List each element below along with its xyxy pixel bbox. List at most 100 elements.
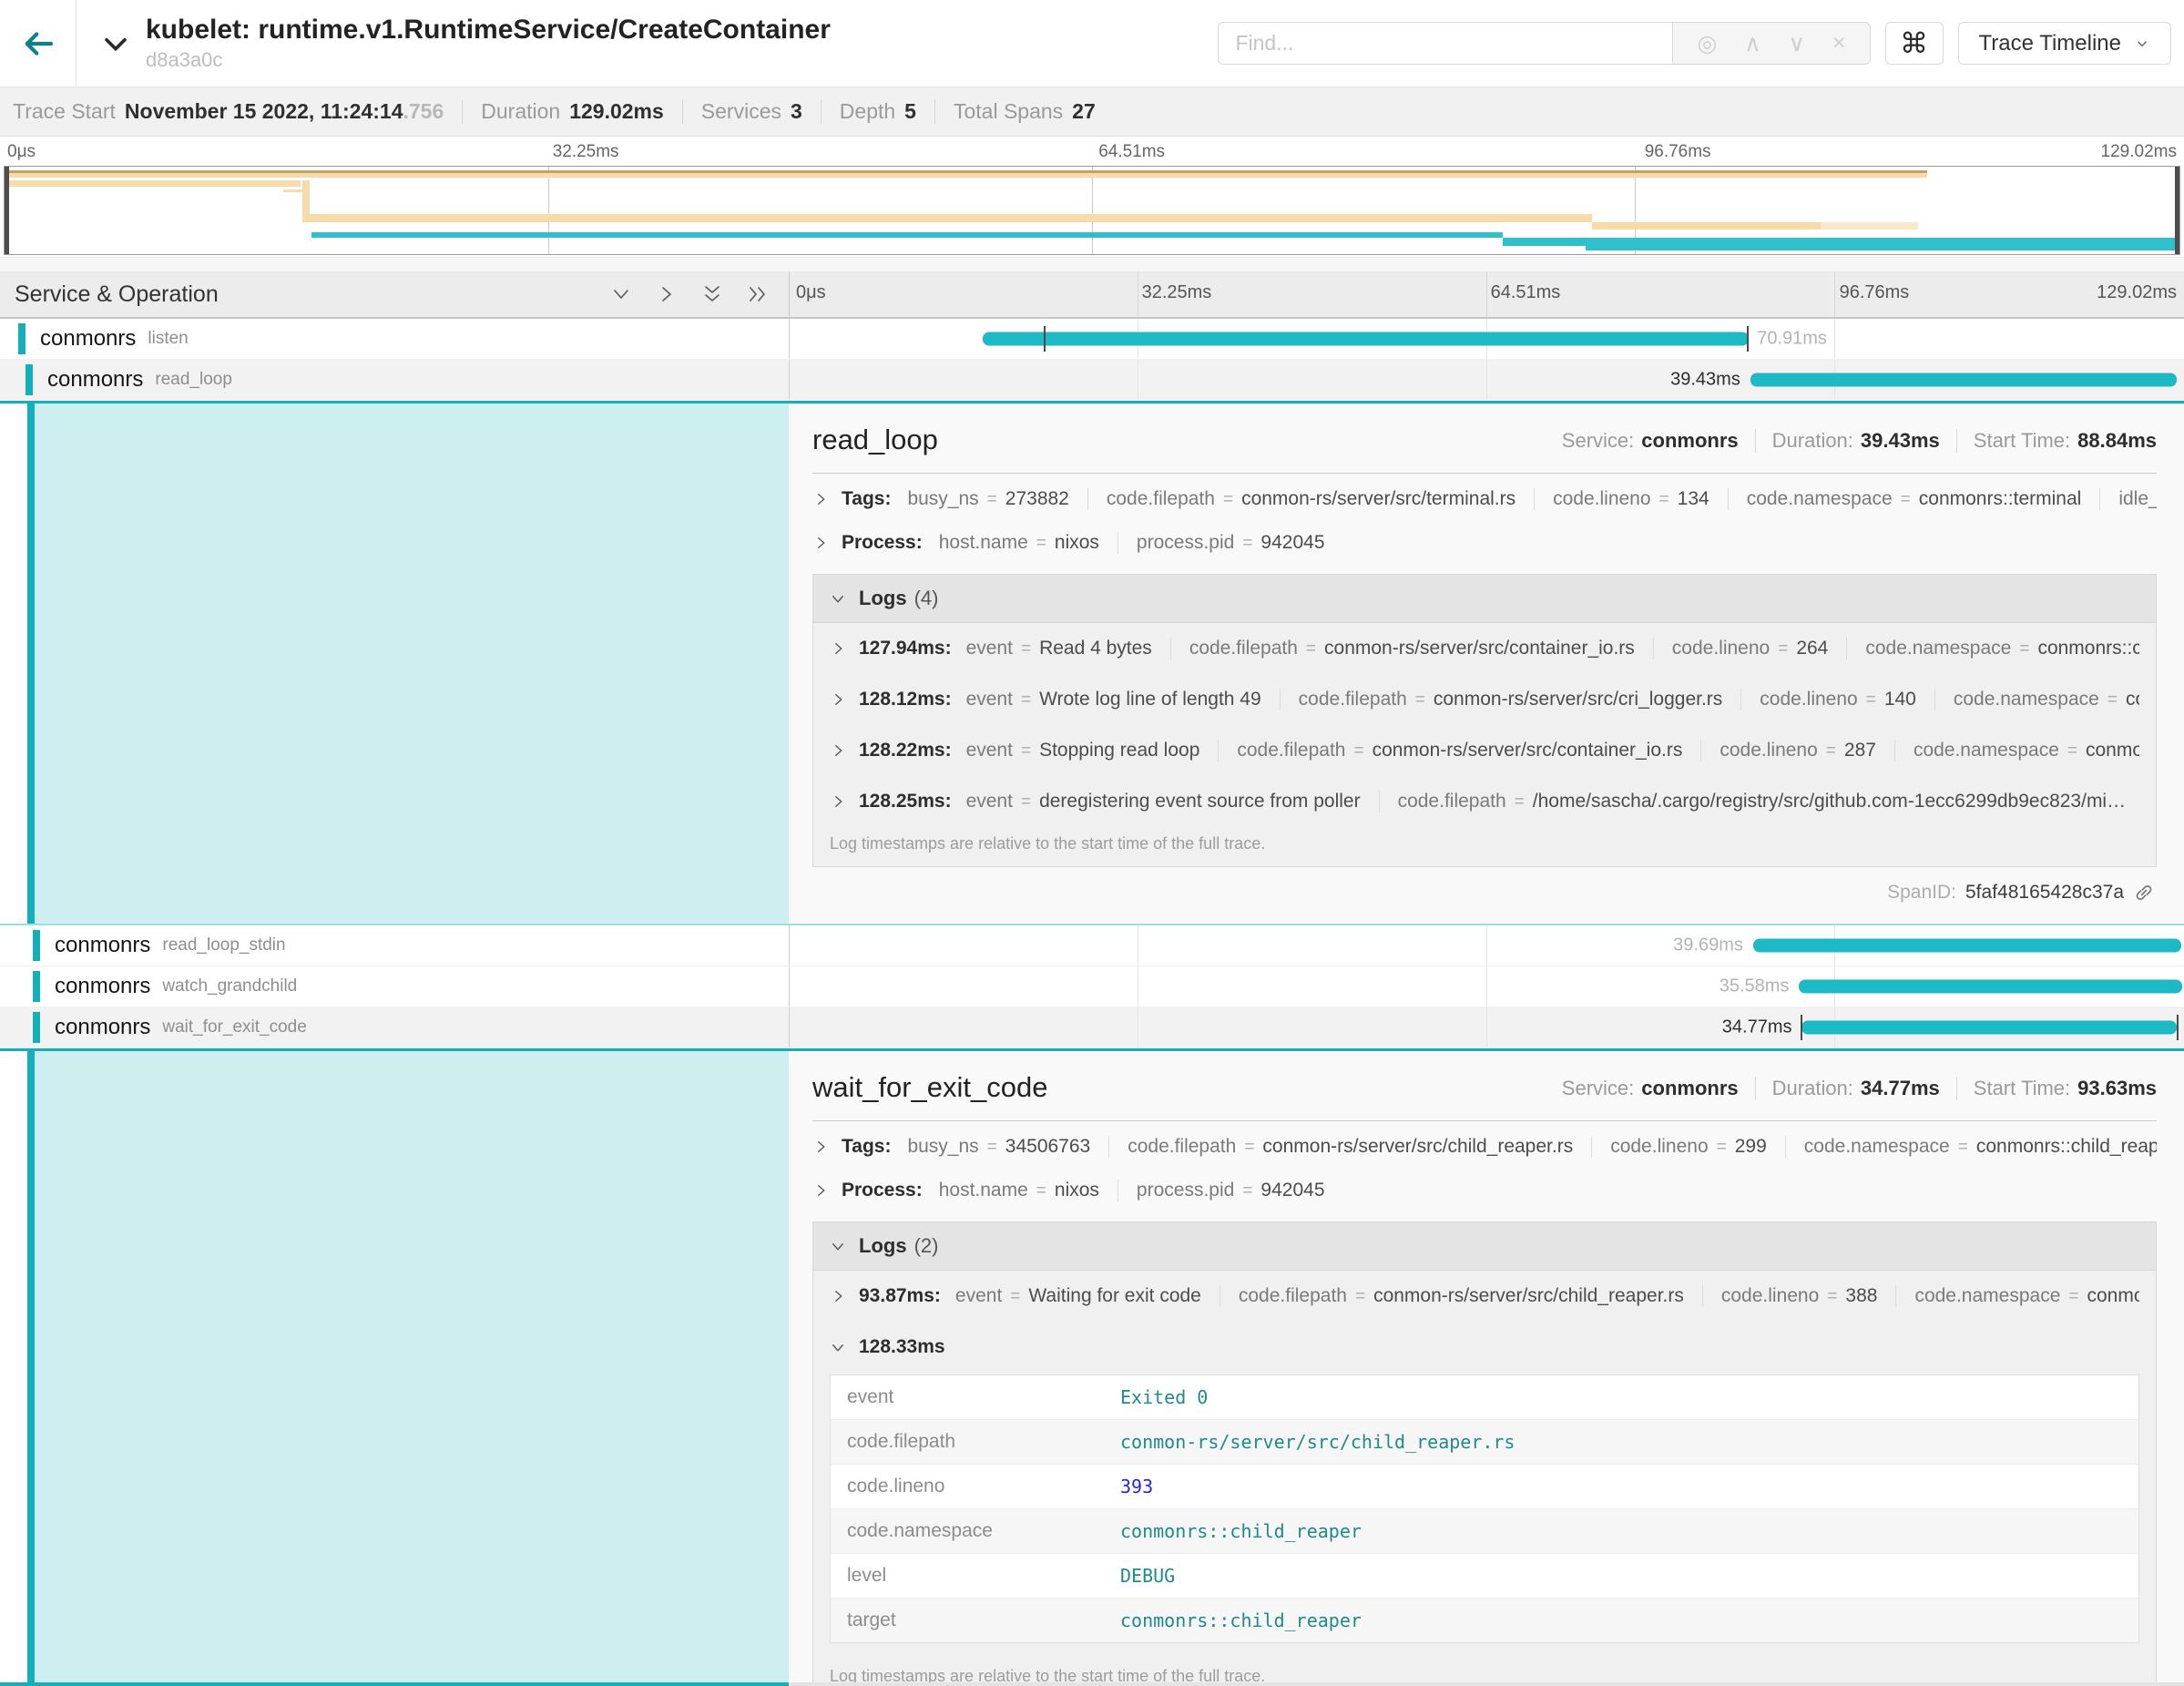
log-table-value: DEBUG xyxy=(1120,1565,1175,1587)
log-field-pair: event=Waiting for exit code xyxy=(955,1285,1201,1307)
process-row[interactable]: Process: host.name=nixosprocess.pid=9420… xyxy=(812,521,2157,565)
log-field-key: code.filepath xyxy=(1237,740,1345,761)
detail-meta-label: Start Time: xyxy=(1974,1077,2070,1099)
log-entry-wrap: 128.22ms: event=Stopping read loopcode.f… xyxy=(813,725,2156,776)
chevron-right-icon xyxy=(812,1139,829,1155)
double-chevron-down-icon[interactable] xyxy=(701,283,723,305)
logs-label: Logs xyxy=(859,587,907,610)
span-bar[interactable] xyxy=(983,332,1749,346)
detail-content: read_loop Service:conmonrsDuration:39.43… xyxy=(789,404,2184,924)
logs-header[interactable]: Logs (2) xyxy=(813,1222,2156,1271)
log-field-key: code.namespace xyxy=(1914,740,2059,761)
span-boundary-tick xyxy=(2177,1015,2179,1040)
log-field-key: code.lineno xyxy=(1721,1285,1819,1306)
log-field-value: 264 xyxy=(1796,638,1828,659)
span-boundary-tick xyxy=(1801,1015,1802,1040)
prev-result-icon[interactable]: ∧ xyxy=(1744,30,1760,57)
detail-meta-item: Start Time:93.63ms xyxy=(1956,1077,2157,1100)
collapse-trace-header-button[interactable] xyxy=(100,28,131,59)
tag-pair: code.namespace=conmonrs::child_reap… xyxy=(1785,1136,2157,1158)
minimap-tick-label: 64.51ms xyxy=(1098,142,1165,162)
tag-key: code.namespace xyxy=(1804,1136,1950,1157)
clipped-next-detail-edge xyxy=(0,1682,2184,1686)
log-table-row: code.filepath conmon-rs/server/src/child… xyxy=(831,1420,2138,1465)
minimap-tick-label: 32.25ms xyxy=(553,142,619,162)
chevron-down-icon[interactable] xyxy=(610,283,632,305)
span-name-cell[interactable]: conmonrs watch_grandchild xyxy=(0,966,789,1006)
minimap-scrubber-left[interactable] xyxy=(5,167,9,254)
process-pair: process.pid=942045 xyxy=(1118,1180,1325,1201)
log-field-key: code.namespace xyxy=(1954,689,2099,710)
clipped-detail-border xyxy=(0,1682,789,1686)
span-bar[interactable] xyxy=(1750,373,2178,387)
log-timestamp: 128.22ms: xyxy=(859,740,952,761)
expand-collapse-controls xyxy=(610,283,769,305)
span-name-cell[interactable]: conmonrs read_loop_stdin xyxy=(0,925,789,966)
span-timeline-cell: 35.58ms xyxy=(789,966,2184,1006)
logs-label: Logs xyxy=(859,1234,907,1258)
span-name-cell[interactable]: conmonrs read_loop xyxy=(0,360,789,400)
equals-sign: = xyxy=(1415,690,1425,710)
span-bar[interactable] xyxy=(1799,980,2182,994)
log-table-row: code.namespace conmonrs::child_reaper xyxy=(831,1509,2138,1554)
log-field-key: code.namespace xyxy=(1865,638,2011,659)
span-bar[interactable] xyxy=(1753,939,2181,953)
tags-row[interactable]: Tags: busy_ns=273882code.filepath=conmon… xyxy=(812,477,2157,521)
log-table-row: level DEBUG xyxy=(831,1554,2138,1599)
tags-row[interactable]: Tags: busy_ns=34506763code.filepath=conm… xyxy=(812,1125,2157,1169)
link-icon[interactable] xyxy=(2133,882,2155,904)
double-chevron-right-icon[interactable] xyxy=(747,283,769,305)
keyboard-shortcuts-button[interactable]: ⌘ xyxy=(1885,22,1944,65)
log-entry[interactable]: 128.12ms: event=Wrote log line of length… xyxy=(813,674,2156,725)
log-entry[interactable]: 128.22ms: event=Stopping read loopcode.f… xyxy=(813,725,2156,776)
tag-value: 273882 xyxy=(1005,488,1069,509)
next-result-icon[interactable]: ∨ xyxy=(1789,30,1805,57)
back-button[interactable] xyxy=(0,0,77,87)
span-service-name: conmonrs xyxy=(55,974,150,999)
equals-sign: = xyxy=(987,490,997,509)
logs-header[interactable]: Logs (4) xyxy=(813,575,2156,623)
timeline-tick-label: 129.02ms xyxy=(2097,282,2177,303)
log-field-key: code.lineno xyxy=(1760,689,1857,710)
log-entry[interactable]: 128.33ms xyxy=(813,1322,2156,1373)
log-field-value: Read 4 bytes xyxy=(1039,638,1152,659)
span-duration-label: 39.69ms xyxy=(1673,935,1743,956)
log-entry[interactable]: 127.94ms: event=Read 4 bytescode.filepat… xyxy=(813,623,2156,674)
span-name-cell[interactable]: conmonrs listen xyxy=(0,319,789,359)
logs-section: Logs (2) 93.87ms: event=Waiting for exit… xyxy=(812,1221,2157,1686)
span-duration-label: 70.91ms xyxy=(1757,329,1827,350)
minimap-span-bar xyxy=(1821,222,1918,230)
process-pair: host.name=nixos xyxy=(939,532,1099,554)
minimap-canvas[interactable] xyxy=(4,166,2180,255)
log-field-value: conmon-rs/server/src/container_io.rs xyxy=(1324,638,1635,659)
process-row[interactable]: Process: host.name=nixosprocess.pid=9420… xyxy=(812,1169,2157,1212)
tags-label: Tags: xyxy=(842,488,891,510)
log-field-value: conmon-rs/server/src/cri_logger.rs xyxy=(1434,689,1722,710)
log-entry[interactable]: 93.87ms: event=Waiting for exit code code… xyxy=(813,1271,2156,1322)
equals-sign: = xyxy=(1353,741,1363,761)
equals-sign: = xyxy=(1515,792,1525,812)
trace-id: d8a3a0c xyxy=(146,48,831,72)
detail-meta-label: Service: xyxy=(1562,429,1634,452)
minimap-span-bar xyxy=(309,214,1592,222)
log-field-pair: code.filepath=conmon-rs/server/src/conta… xyxy=(1170,638,1635,659)
minimap-scrubber-right[interactable] xyxy=(2175,167,2179,254)
span-timeline-cell: 39.43ms xyxy=(789,360,2184,400)
span-name-cell[interactable]: conmonrs wait_for_exit_code xyxy=(0,1007,789,1047)
clear-find-icon[interactable]: × xyxy=(1832,30,1846,56)
service-operation-title: Service & Operation xyxy=(15,281,610,308)
log-entry-wrap: 127.94ms: event=Read 4 bytescode.filepat… xyxy=(813,623,2156,674)
find-input[interactable] xyxy=(1218,22,1673,65)
span-bar[interactable] xyxy=(1801,1021,2177,1035)
tag-pair: code.namespace=conmonrs::terminal xyxy=(1728,488,2082,510)
chevron-right-icon[interactable] xyxy=(656,283,678,305)
tag-pair: busy_ns=273882 xyxy=(907,488,1068,510)
log-entry[interactable]: 128.25ms: event=deregistering event sour… xyxy=(813,776,2156,827)
log-timestamp: 93.87ms: xyxy=(859,1285,941,1307)
log-field-pair: event=Wrote log line of length 49 xyxy=(966,689,1261,710)
view-selector-button[interactable]: Trace Timeline xyxy=(1958,22,2172,65)
process-value: nixos xyxy=(1055,532,1099,553)
match-target-icon[interactable]: ◎ xyxy=(1697,30,1717,57)
detail-meta-item: Duration:34.77ms xyxy=(1755,1077,1940,1100)
detail-meta-label: Duration: xyxy=(1772,429,1853,452)
